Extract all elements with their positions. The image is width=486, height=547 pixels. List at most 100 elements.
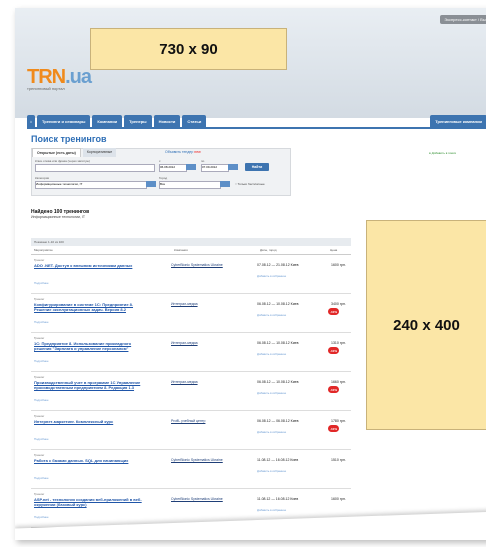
row-company-link[interactable]: CyberBionic Systematics Ukraine [171, 458, 231, 463]
city-dropdown-icon[interactable] [220, 181, 230, 187]
calendar-from-icon[interactable] [186, 164, 196, 170]
results-summary: Найдено 100 тренингов Информационные тех… [31, 209, 89, 219]
main-nav: ⌂ Тренинги и семинары Компании Тренеры Н… [27, 115, 486, 127]
row-details-link[interactable]: Подробнее [34, 515, 49, 519]
tender-link-label: Объявить тендер [165, 150, 194, 154]
tab-open[interactable]: Открытые (есть даты) [32, 148, 81, 157]
row-details-link[interactable]: Подробнее [34, 281, 49, 285]
row-company-link[interactable]: Интеграл-медиа [171, 341, 231, 346]
row-add-fav-link[interactable]: Добавить в избранное [257, 508, 286, 512]
row-category: Тренинг [34, 297, 45, 301]
banner-side[interactable]: 240 x 400 [366, 220, 486, 430]
list-pager: Показано 1-10 из 100 [31, 238, 351, 246]
free-only-checkbox[interactable]: ○ Только бесплатные [235, 182, 265, 186]
row-category: Тренинг [34, 258, 45, 262]
keyword-label: Ключ.слова или фраза (через запятую) [35, 159, 90, 163]
row-category: Тренинг [34, 375, 45, 379]
nav-training-companies[interactable]: Тренинговые компании [430, 115, 486, 127]
row-details-link[interactable]: Подробнее [34, 476, 49, 480]
row-details-link[interactable]: Подробнее [34, 398, 49, 402]
row-price: 1510 грн. [331, 458, 346, 462]
row-details-link[interactable]: Подробнее [34, 437, 49, 441]
category-select[interactable]: Информационные технологии, IT [35, 181, 147, 189]
row-add-fav-link[interactable]: Добавить в избранное [257, 430, 286, 434]
table-row: Тренинг ADO .NET. Доступ к внешним источ… [31, 255, 351, 294]
logo-suffix: .ua [65, 66, 92, 88]
nav-companies[interactable]: Компании [92, 115, 123, 127]
row-price: 1600 грн. [331, 497, 346, 501]
search-tabs: Открытые (есть даты) Корпоративные [32, 148, 117, 157]
home-icon[interactable]: ⌂ [27, 115, 35, 127]
nav-news[interactable]: Новости [153, 115, 181, 127]
row-dates: 11.08.12 — 16.08.12 Киев [257, 497, 299, 501]
row-title-link[interactable]: Интернет-маркетинг. Комплексный курс [34, 419, 149, 424]
row-title-link[interactable]: Конфигурирование в системе 1С: Предприят… [34, 302, 149, 312]
row-dates: 11.08.12 — 16.08.12 Киев [257, 458, 299, 462]
row-price: 1600 грн. [331, 263, 346, 267]
nav-trainings[interactable]: Тренинги и семинары [37, 115, 91, 127]
row-company-link[interactable]: Интеграл-медиа [171, 302, 231, 307]
search-form: Открытые (есть даты) Корпоративные Ключ.… [31, 148, 291, 196]
logo[interactable]: TRN.ua тренинговый портал [27, 66, 92, 91]
table-row: Тренинг Производственный учет в программ… [31, 372, 351, 411]
calendar-to-icon[interactable] [228, 164, 238, 170]
category-dropdown-icon[interactable] [146, 181, 156, 187]
tab-corporate[interactable]: Корпоративные [82, 148, 117, 157]
row-company-link[interactable]: CyberBionic Systematics Ukraine [171, 497, 231, 502]
row-price: 1780 грн. [331, 419, 346, 423]
row-category: Тренинг [34, 492, 45, 496]
find-button[interactable]: Найти [245, 163, 269, 171]
results-list: Показано 1-10 из 100 Мероприятие Компани… [31, 238, 351, 540]
row-add-fav-link[interactable]: Добавить в избранное [257, 469, 286, 473]
city-select[interactable]: Все [159, 181, 221, 189]
keyword-input[interactable] [35, 164, 155, 172]
row-price: 1310 грн. [331, 341, 346, 345]
date-from-label: с [159, 159, 161, 163]
found-category: Информационные технологии, IT [31, 215, 86, 219]
logo-main: TRN [27, 66, 66, 88]
rows: Тренинг ADO .NET. Доступ к внешним источ… [31, 255, 351, 540]
date-to-label: по [201, 159, 205, 163]
row-title-link[interactable]: Работа с базами данных. SQL для начинающ… [34, 458, 149, 463]
add-to-search-link[interactable]: ● Добавить в поиск [429, 151, 456, 155]
row-title-link[interactable]: ASP.net - технология создания веб-прилож… [34, 497, 149, 507]
discount-badge: -10% [328, 347, 339, 354]
discount-badge: -10% [328, 308, 339, 315]
discount-badge: -10% [328, 425, 339, 432]
row-company-link[interactable]: ProfIL учебный центр [171, 419, 231, 424]
row-add-fav-link[interactable]: Добавить в избранное [257, 313, 286, 317]
banner-top[interactable]: 730 x 90 [90, 28, 287, 70]
tender-link[interactable]: Объявить тендер new [165, 150, 201, 154]
row-title-link[interactable]: Производственный учет в программе 1С Упр… [34, 380, 149, 390]
add-to-search-label: Добавить в поиск [431, 151, 456, 155]
date-from-input[interactable]: 06.08.2012 [159, 164, 187, 172]
row-add-fav-link[interactable]: Добавить в избранное [257, 391, 286, 395]
system-button[interactable]: Экспресс-контакт / Выйти [440, 15, 486, 24]
row-company-link[interactable]: Интеграл-медиа [171, 380, 231, 385]
row-category: Тренинг [34, 453, 45, 457]
row-details-link[interactable]: Подробнее [34, 320, 49, 324]
nav-articles[interactable]: Статьи [182, 115, 207, 127]
nav-trainers[interactable]: Тренеры [124, 115, 152, 127]
row-price: 1660 грн. [331, 380, 346, 384]
row-dates: 07.08.12 — 21.08.12 Киев [257, 263, 299, 267]
row-add-fav-link[interactable]: Добавить в избранное [257, 352, 286, 356]
table-row: Тренинг 1С: Предприятие 8. Использование… [31, 333, 351, 372]
row-dates: 06.08.12 — 10.08.12 Киев [257, 341, 299, 345]
page: Экспресс-контакт / Выйти 730 x 90 TRN.ua… [15, 8, 486, 540]
nav-underline [27, 127, 486, 129]
row-add-fav-link[interactable]: Добавить в избранное [257, 274, 286, 278]
page-title: Поиск тренингов [31, 134, 107, 144]
city-label: Город [159, 176, 168, 180]
date-to-input[interactable]: 07.09.2012 [201, 164, 229, 172]
category-label: Категория [35, 176, 50, 180]
row-details-link[interactable]: Подробнее [34, 359, 49, 363]
row-title-link[interactable]: ADO .NET. Доступ к внешним источникам да… [34, 263, 149, 268]
row-company-link[interactable]: CyberBionic Systematics Ukraine [171, 263, 231, 268]
col-dates: Даты, город [260, 248, 277, 252]
free-only-label: Только бесплатные [237, 182, 265, 186]
row-category: Тренинг [34, 414, 45, 418]
row-title-link[interactable]: 1С: Предприятие 8. Использование приклад… [34, 341, 149, 351]
col-price: Цена [330, 248, 338, 252]
